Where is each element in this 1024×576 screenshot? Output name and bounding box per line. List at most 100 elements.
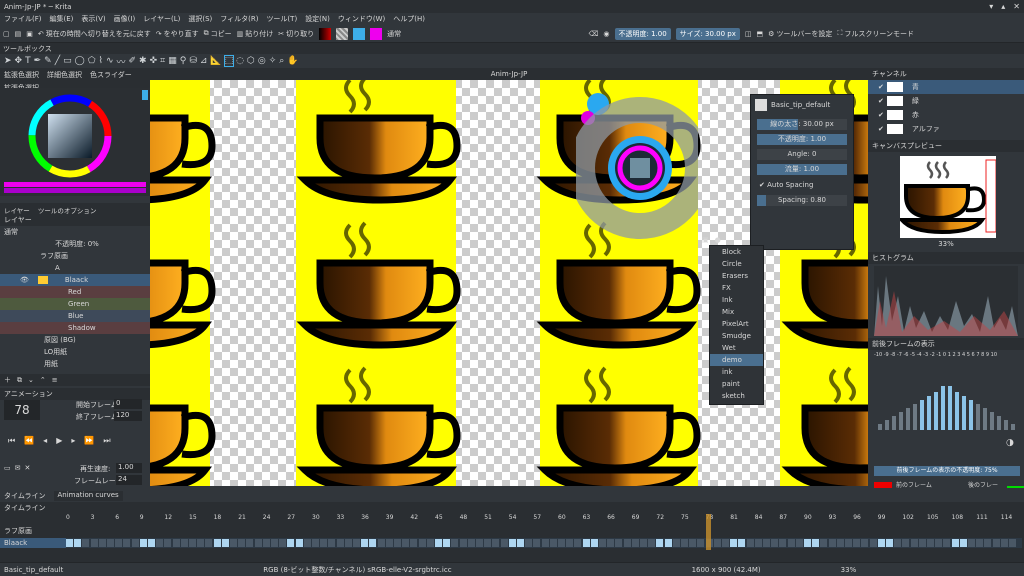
checkbox-icon[interactable]: ✔: [878, 83, 884, 91]
layer-properties-icon[interactable]: ≡: [52, 376, 58, 384]
freehand-path-icon[interactable]: 〰: [116, 55, 125, 68]
layer-row[interactable]: 原図 (BG): [0, 334, 150, 346]
current-frame-field[interactable]: 78: [4, 400, 40, 420]
timeline-frame-cell[interactable]: [689, 539, 697, 547]
timeline-frame-cell[interactable]: [287, 539, 295, 547]
layer-row[interactable]: A: [0, 262, 150, 274]
timeline-frame-cell[interactable]: [902, 539, 910, 547]
timeline-frame-cell[interactable]: [820, 539, 828, 547]
fill-tool-icon[interactable]: ⛁: [189, 56, 197, 66]
timeline-frame-cell[interactable]: [558, 539, 565, 547]
paste-button[interactable]: ▥ 貼り付け: [237, 29, 274, 39]
fg-color-swatch[interactable]: [353, 27, 366, 40]
layer-row-selected[interactable]: 👁 Blaack: [0, 274, 150, 286]
timeline-frame-cell[interactable]: [828, 539, 836, 547]
layer-row[interactable]: Red: [0, 286, 150, 298]
timeline-frame-cell[interactable]: [795, 539, 803, 547]
timeline-frame-cell[interactable]: [467, 539, 475, 547]
timeline-frame-cell[interactable]: [631, 539, 639, 547]
ellipse-select-icon[interactable]: ◌: [236, 56, 244, 66]
menu-item[interactable]: Smudge: [710, 330, 763, 342]
timeline-frame-cell[interactable]: [205, 539, 213, 547]
channel-row[interactable]: ✔ 赤: [868, 108, 1024, 122]
popup-palette[interactable]: [569, 92, 711, 244]
timeline-frame-cell[interactable]: [574, 539, 582, 547]
layer-row[interactable]: Shadow: [0, 322, 150, 334]
timeline-frame-cell[interactable]: [861, 539, 869, 547]
canvas-tab[interactable]: Anim-Jp-JP: [150, 68, 868, 80]
timeline-frame-cell[interactable]: [730, 539, 738, 547]
add-frame-icon[interactable]: ▭: [4, 464, 11, 472]
timeline-frame-cell[interactable]: [754, 539, 762, 547]
menu-item[interactable]: Erasers: [710, 270, 763, 282]
timeline-frame-cell[interactable]: [836, 539, 844, 547]
redo-button[interactable]: ↷ をやり直す: [156, 29, 199, 39]
select-tool-icon[interactable]: ➤: [4, 56, 12, 66]
timeline-frame-cell[interactable]: [115, 539, 123, 547]
tab-timeline[interactable]: タイムライン: [4, 491, 46, 501]
timeline-frame-cell[interactable]: [90, 539, 98, 547]
undo-button[interactable]: ↶ 現在の時間へ切り替えを元に戻す: [38, 29, 151, 39]
menu-item[interactable]: FX: [710, 282, 763, 294]
rect-tool-icon[interactable]: ▭: [63, 56, 72, 66]
cut-button[interactable]: ✂ 切り取り: [278, 29, 314, 39]
timeline-frame-cell[interactable]: [1000, 539, 1008, 547]
timeline-frame-cell[interactable]: [877, 539, 885, 547]
gradient-tool-icon[interactable]: ▦: [168, 56, 177, 66]
menu-settings[interactable]: 設定(N): [305, 14, 330, 24]
timeline-frame-cell[interactable]: [402, 539, 410, 547]
brush-angle-slider[interactable]: Angle: 0: [757, 149, 847, 160]
onion-bar-chart[interactable]: [874, 372, 1020, 430]
timeline-frame-cell[interactable]: [549, 539, 557, 547]
assistant-icon[interactable]: ⊿: [200, 56, 208, 66]
timeline-cells[interactable]: [66, 538, 1022, 548]
status-zoom[interactable]: 33%: [841, 566, 857, 574]
timeline-frame-cell[interactable]: [697, 539, 705, 547]
copy-button[interactable]: ⧉ コピー: [204, 29, 232, 39]
timeline-frame-cell[interactable]: [410, 539, 418, 547]
timeline-frame-cell[interactable]: [426, 539, 434, 547]
timeline-frame-cell[interactable]: [492, 539, 500, 547]
minimize-icon[interactable]: ▾: [989, 2, 993, 11]
timeline-frame-cell[interactable]: [713, 539, 721, 547]
move-tool-icon[interactable]: ✜: [150, 56, 158, 66]
timeline-frame-cell[interactable]: [148, 539, 155, 547]
menu-item[interactable]: Wet: [710, 342, 763, 354]
timeline-frame-cell[interactable]: [886, 539, 893, 547]
timeline-frame-cell[interactable]: [418, 539, 426, 547]
timeline-frame-cell[interactable]: [246, 539, 254, 547]
timeline-frame-cell[interactable]: [566, 539, 574, 547]
remove-frame-icon[interactable]: ✕: [25, 464, 31, 472]
timeline-frame-cell[interactable]: [74, 539, 82, 547]
checkbox-icon[interactable]: ✔: [878, 125, 884, 133]
brush-opacity-slider[interactable]: 不透明度: 1.00: [757, 134, 847, 145]
menu-layer[interactable]: レイヤー(L): [143, 14, 180, 24]
menu-item[interactable]: Ink: [710, 294, 763, 306]
onion-opacity-slider[interactable]: 前後フレームの表示の不透明度: 75%: [874, 466, 1020, 476]
timeline-frame-cell[interactable]: [271, 539, 278, 547]
menu-item[interactable]: ink: [710, 366, 763, 378]
fullscreen-button[interactable]: ⛶ フルスクリーンモード: [837, 29, 914, 39]
timeline-frame-cell[interactable]: [377, 539, 385, 547]
blend-mode-select[interactable]: 通常: [387, 29, 401, 39]
menu-item[interactable]: sketch: [710, 390, 763, 402]
timeline-frame-cell[interactable]: [139, 539, 147, 547]
bezier-tool-icon[interactable]: ∿: [106, 56, 114, 66]
timeline-ruler[interactable]: 0 3 6 9 12 15 18 21 24 27 30 33 36 39 42 45 48 51 54 57 60 63…: [66, 514, 1022, 524]
transform-tool-icon[interactable]: ✥: [15, 56, 23, 66]
timeline-frame-cell[interactable]: [533, 539, 541, 547]
timeline-frame-cell[interactable]: [894, 539, 902, 547]
timeline-frame-cell[interactable]: [443, 539, 451, 547]
brush-spacing-slider[interactable]: Spacing: 0.80: [757, 195, 847, 206]
timeline-frame-cell[interactable]: [615, 539, 623, 547]
dyna-tool-icon[interactable]: ✐: [129, 56, 137, 66]
popup-palette-wheel[interactable]: [569, 92, 711, 244]
timeline-frame-cell[interactable]: [180, 539, 188, 547]
channel-row[interactable]: ✔ アルファ: [868, 122, 1024, 136]
close-icon[interactable]: ✕: [1013, 2, 1020, 11]
timeline-frame-cell[interactable]: [369, 539, 377, 547]
timeline-frame-cell[interactable]: [385, 539, 393, 547]
gradient-swatch[interactable]: [319, 27, 332, 40]
timeline-frame-cell[interactable]: [763, 539, 770, 547]
fps-input[interactable]: 24: [116, 475, 142, 485]
